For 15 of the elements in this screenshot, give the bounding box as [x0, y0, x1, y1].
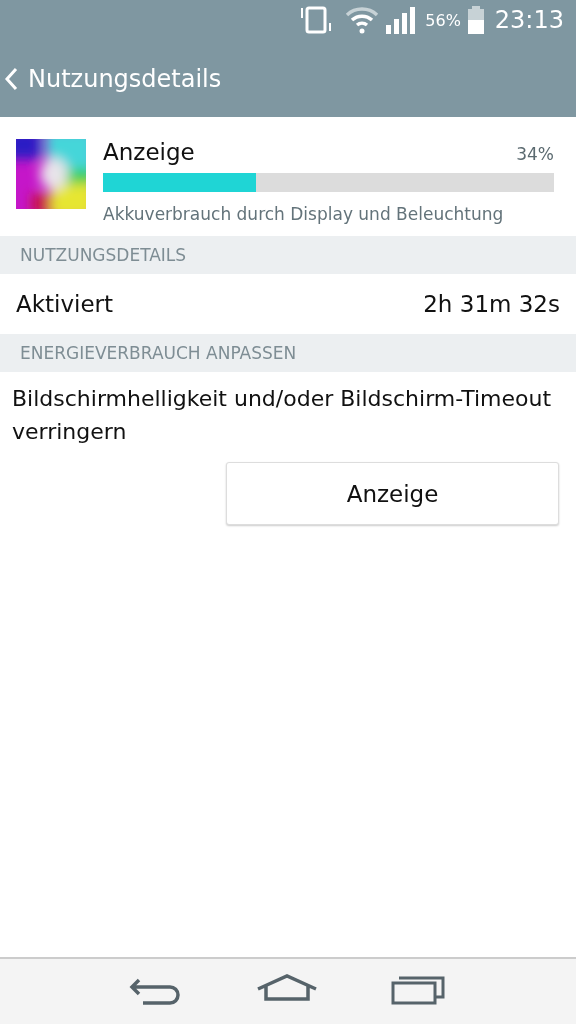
wifi-icon	[345, 6, 380, 34]
hint-text: Bildschirmhelligkeit und/oder Bildschirm-Timeout verringern	[12, 385, 553, 446]
battery-icon	[466, 5, 485, 35]
row-label: Aktiviert	[16, 291, 114, 317]
battery-percent: 56%	[425, 10, 461, 30]
display-button[interactable]: Anzeige	[226, 462, 559, 525]
display-app-icon	[16, 139, 86, 209]
section-header: NUTZUNGSDETAILS	[0, 236, 576, 274]
row-value: 2h 31m 32s	[423, 291, 560, 317]
app-name: Anzeige	[103, 139, 195, 165]
chevron-left-icon	[4, 66, 18, 91]
clock: 23:13	[494, 6, 564, 34]
usage-percent: 34%	[516, 144, 554, 164]
usage-description: Akkuverbrauch durch Display und Beleuchtung	[103, 204, 505, 224]
section-header: ENERGIEVERBRAUCH ANPASSEN	[0, 334, 576, 372]
